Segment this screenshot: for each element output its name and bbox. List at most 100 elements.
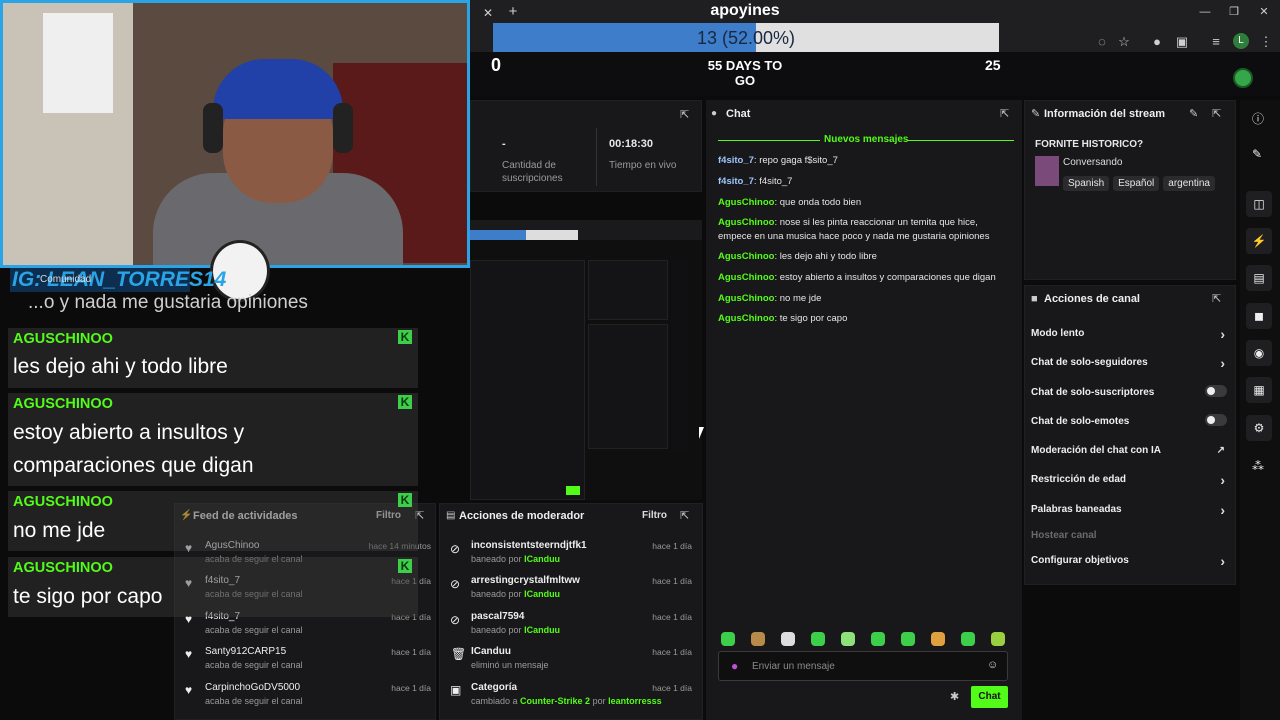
chat-username[interactable]: AgusChinoo <box>718 272 774 283</box>
mod-link[interactable]: Counter-Strike 2 <box>520 696 590 706</box>
chat-popout-icon[interactable]: ⇱ <box>1000 107 1009 120</box>
new-messages-label: Nuevos mensajes <box>824 134 909 145</box>
emote-icon[interactable] <box>721 632 735 646</box>
mod-link[interactable]: ICanduu <box>524 589 560 599</box>
mod-target[interactable]: ICanduu <box>471 646 511 657</box>
chat-username[interactable]: AgusChinoo <box>718 251 774 262</box>
channel-avatar[interactable] <box>1233 68 1253 88</box>
info-icon[interactable]: ⓘ <box>1252 110 1264 127</box>
goal-progress-bar: 13 (52.00%) <box>493 23 999 53</box>
chat-username[interactable]: AgusChinoo <box>718 293 774 304</box>
profile-avatar[interactable]: L <box>1233 33 1249 49</box>
goal-days-left: 55 DAYS TO GO <box>707 58 783 88</box>
pencil-icon[interactable]: ✎ <box>1252 147 1262 161</box>
toggle-switch[interactable] <box>1205 414 1227 426</box>
chat-message: AgusChinoo: les dejo ahi y todo libre <box>718 251 877 262</box>
chat-username[interactable]: AgusChinoo <box>718 197 774 208</box>
layout-icon[interactable]: ▦ <box>1246 377 1272 403</box>
emote-icon[interactable] <box>961 632 975 646</box>
puzzle-icon[interactable]: ▣ <box>1174 34 1190 50</box>
lightning-icon[interactable]: ⚡ <box>1246 228 1272 254</box>
action-age-restriction[interactable]: Restricción de edad › <box>1031 472 1231 488</box>
overlay-username: AGUSCHINOO <box>13 396 113 412</box>
emote-icon[interactable] <box>931 632 945 646</box>
emote-icon[interactable] <box>811 632 825 646</box>
mod-popout-icon[interactable]: ⇱ <box>680 509 689 522</box>
emoji-icon[interactable]: ☺ <box>987 659 998 671</box>
overlay-message: estoy abierto a insultos y comparaciones… <box>13 421 254 477</box>
chat-message: AgusChinoo: estoy abierto a insultos y c… <box>718 272 996 283</box>
chat-username[interactable]: AgusChinoo <box>718 217 774 228</box>
document-small-icon: ▤ <box>446 510 456 521</box>
settings-gear-icon[interactable]: ✱ <box>950 690 959 703</box>
action-followers-only[interactable]: Chat de solo-seguidores › <box>1031 355 1231 371</box>
info-popout-icon[interactable]: ⇱ <box>1212 107 1221 120</box>
nested-chat-button <box>566 486 580 495</box>
microphone-icon[interactable]: ● <box>731 659 738 673</box>
feed-user[interactable]: CarpinchoGoDV5000 <box>205 682 300 693</box>
mod-desc-text: baneado por <box>471 554 522 564</box>
action-ai-moderation[interactable]: Moderación del chat con IA ↗ <box>1031 445 1231 456</box>
category-icon: ▣ <box>450 683 462 697</box>
action-configure-goals[interactable]: Configurar objetivos › <box>1031 553 1231 569</box>
tab-close-icon[interactable]: ✕ <box>480 5 496 21</box>
chat-bubble-icon[interactable]: ◼ <box>1246 303 1272 329</box>
tag: Español <box>1113 176 1160 191</box>
star-icon[interactable]: ☆ <box>1116 34 1132 50</box>
mod-time: hace 1 día <box>652 612 692 622</box>
mod-time: hace 1 día <box>652 683 692 693</box>
document-icon[interactable]: ▤ <box>1246 265 1272 291</box>
mod-filter-button[interactable]: Filtro <box>642 510 667 521</box>
wrench-tool-icon[interactable]: ⚙ <box>1246 415 1272 441</box>
mod-target[interactable]: pascal7594 <box>471 611 524 622</box>
emote-icon[interactable] <box>991 632 1005 646</box>
media-icon[interactable]: ≡ <box>1208 34 1224 50</box>
community-label: Comunidad <box>40 274 92 285</box>
emote-icon[interactable] <box>781 632 795 646</box>
edit-icon[interactable]: ✎ <box>1189 107 1198 120</box>
actions-popout-icon[interactable]: ⇱ <box>1212 292 1221 305</box>
mod-target[interactable]: inconsistentsteerndjtfk1 <box>471 540 587 551</box>
feed-time: hace 1 día <box>391 647 431 657</box>
broadcast-icon[interactable]: ◉ <box>1246 340 1272 366</box>
action-emotes-only[interactable]: Chat de solo-emotes <box>1031 414 1231 427</box>
toggle-switch[interactable] <box>1205 385 1227 397</box>
new-tab-icon[interactable]: + <box>505 4 521 20</box>
mod-link[interactable]: ICanduu <box>524 554 560 564</box>
extension-circle-icon[interactable]: ● <box>1149 34 1165 50</box>
headphone-right <box>333 103 353 153</box>
send-chat-button[interactable]: Chat <box>971 686 1008 708</box>
emote-icon[interactable] <box>841 632 855 646</box>
more-menu-icon[interactable]: ⋮ <box>1258 34 1274 50</box>
chat-username[interactable]: f4sito_7 <box>718 155 754 166</box>
emote-icon[interactable] <box>901 632 915 646</box>
emote-icon[interactable] <box>751 632 765 646</box>
chat-username[interactable]: AgusChinoo <box>718 313 774 324</box>
action-label: Configurar objetivos <box>1031 555 1129 566</box>
maximize-icon[interactable]: ❐ <box>1222 4 1246 20</box>
action-slow-mode[interactable]: Modo lento › <box>1031 326 1231 342</box>
chat-input[interactable]: ● Enviar un mensaje ☺ <box>718 651 1008 681</box>
action-subscribers-only[interactable]: Chat de solo-suscriptores <box>1031 385 1231 398</box>
feed-time: hace 1 día <box>391 683 431 693</box>
mod-target[interactable]: arrestingcrystalfmltww <box>471 575 580 586</box>
heart-icon: ♥ <box>185 647 193 661</box>
minimize-icon[interactable]: — <box>1193 4 1217 20</box>
mod-link[interactable]: ICanduu <box>524 625 560 635</box>
close-window-icon[interactable]: ✕ <box>1252 4 1276 20</box>
nested-info <box>588 260 668 320</box>
shapes-icon[interactable]: ⁂ <box>1252 459 1264 473</box>
mod-link[interactable]: leantorresss <box>608 696 662 706</box>
chevron-right-icon: › <box>1220 326 1225 342</box>
mod-row: ⊘ inconsistentsteerndjtfk1 hace 1 día ba… <box>446 539 698 573</box>
scan-icon[interactable]: ◫ <box>1246 191 1272 217</box>
kick-logo-icon: K <box>398 395 412 409</box>
chat-username[interactable]: f4sito_7 <box>718 176 754 187</box>
action-host-channel[interactable]: Hostear canal <box>1031 530 1231 541</box>
emote-icon[interactable] <box>871 632 885 646</box>
feed-user[interactable]: Santy912CARP15 <box>205 646 286 657</box>
popout-icon[interactable]: ⇱ <box>680 108 689 121</box>
action-banned-words[interactable]: Palabras baneadas › <box>1031 502 1231 518</box>
chat-message: f4sito_7: repo gaga f$sito_7 <box>718 155 838 166</box>
eye-off-icon[interactable]: ◌ <box>1094 34 1110 50</box>
